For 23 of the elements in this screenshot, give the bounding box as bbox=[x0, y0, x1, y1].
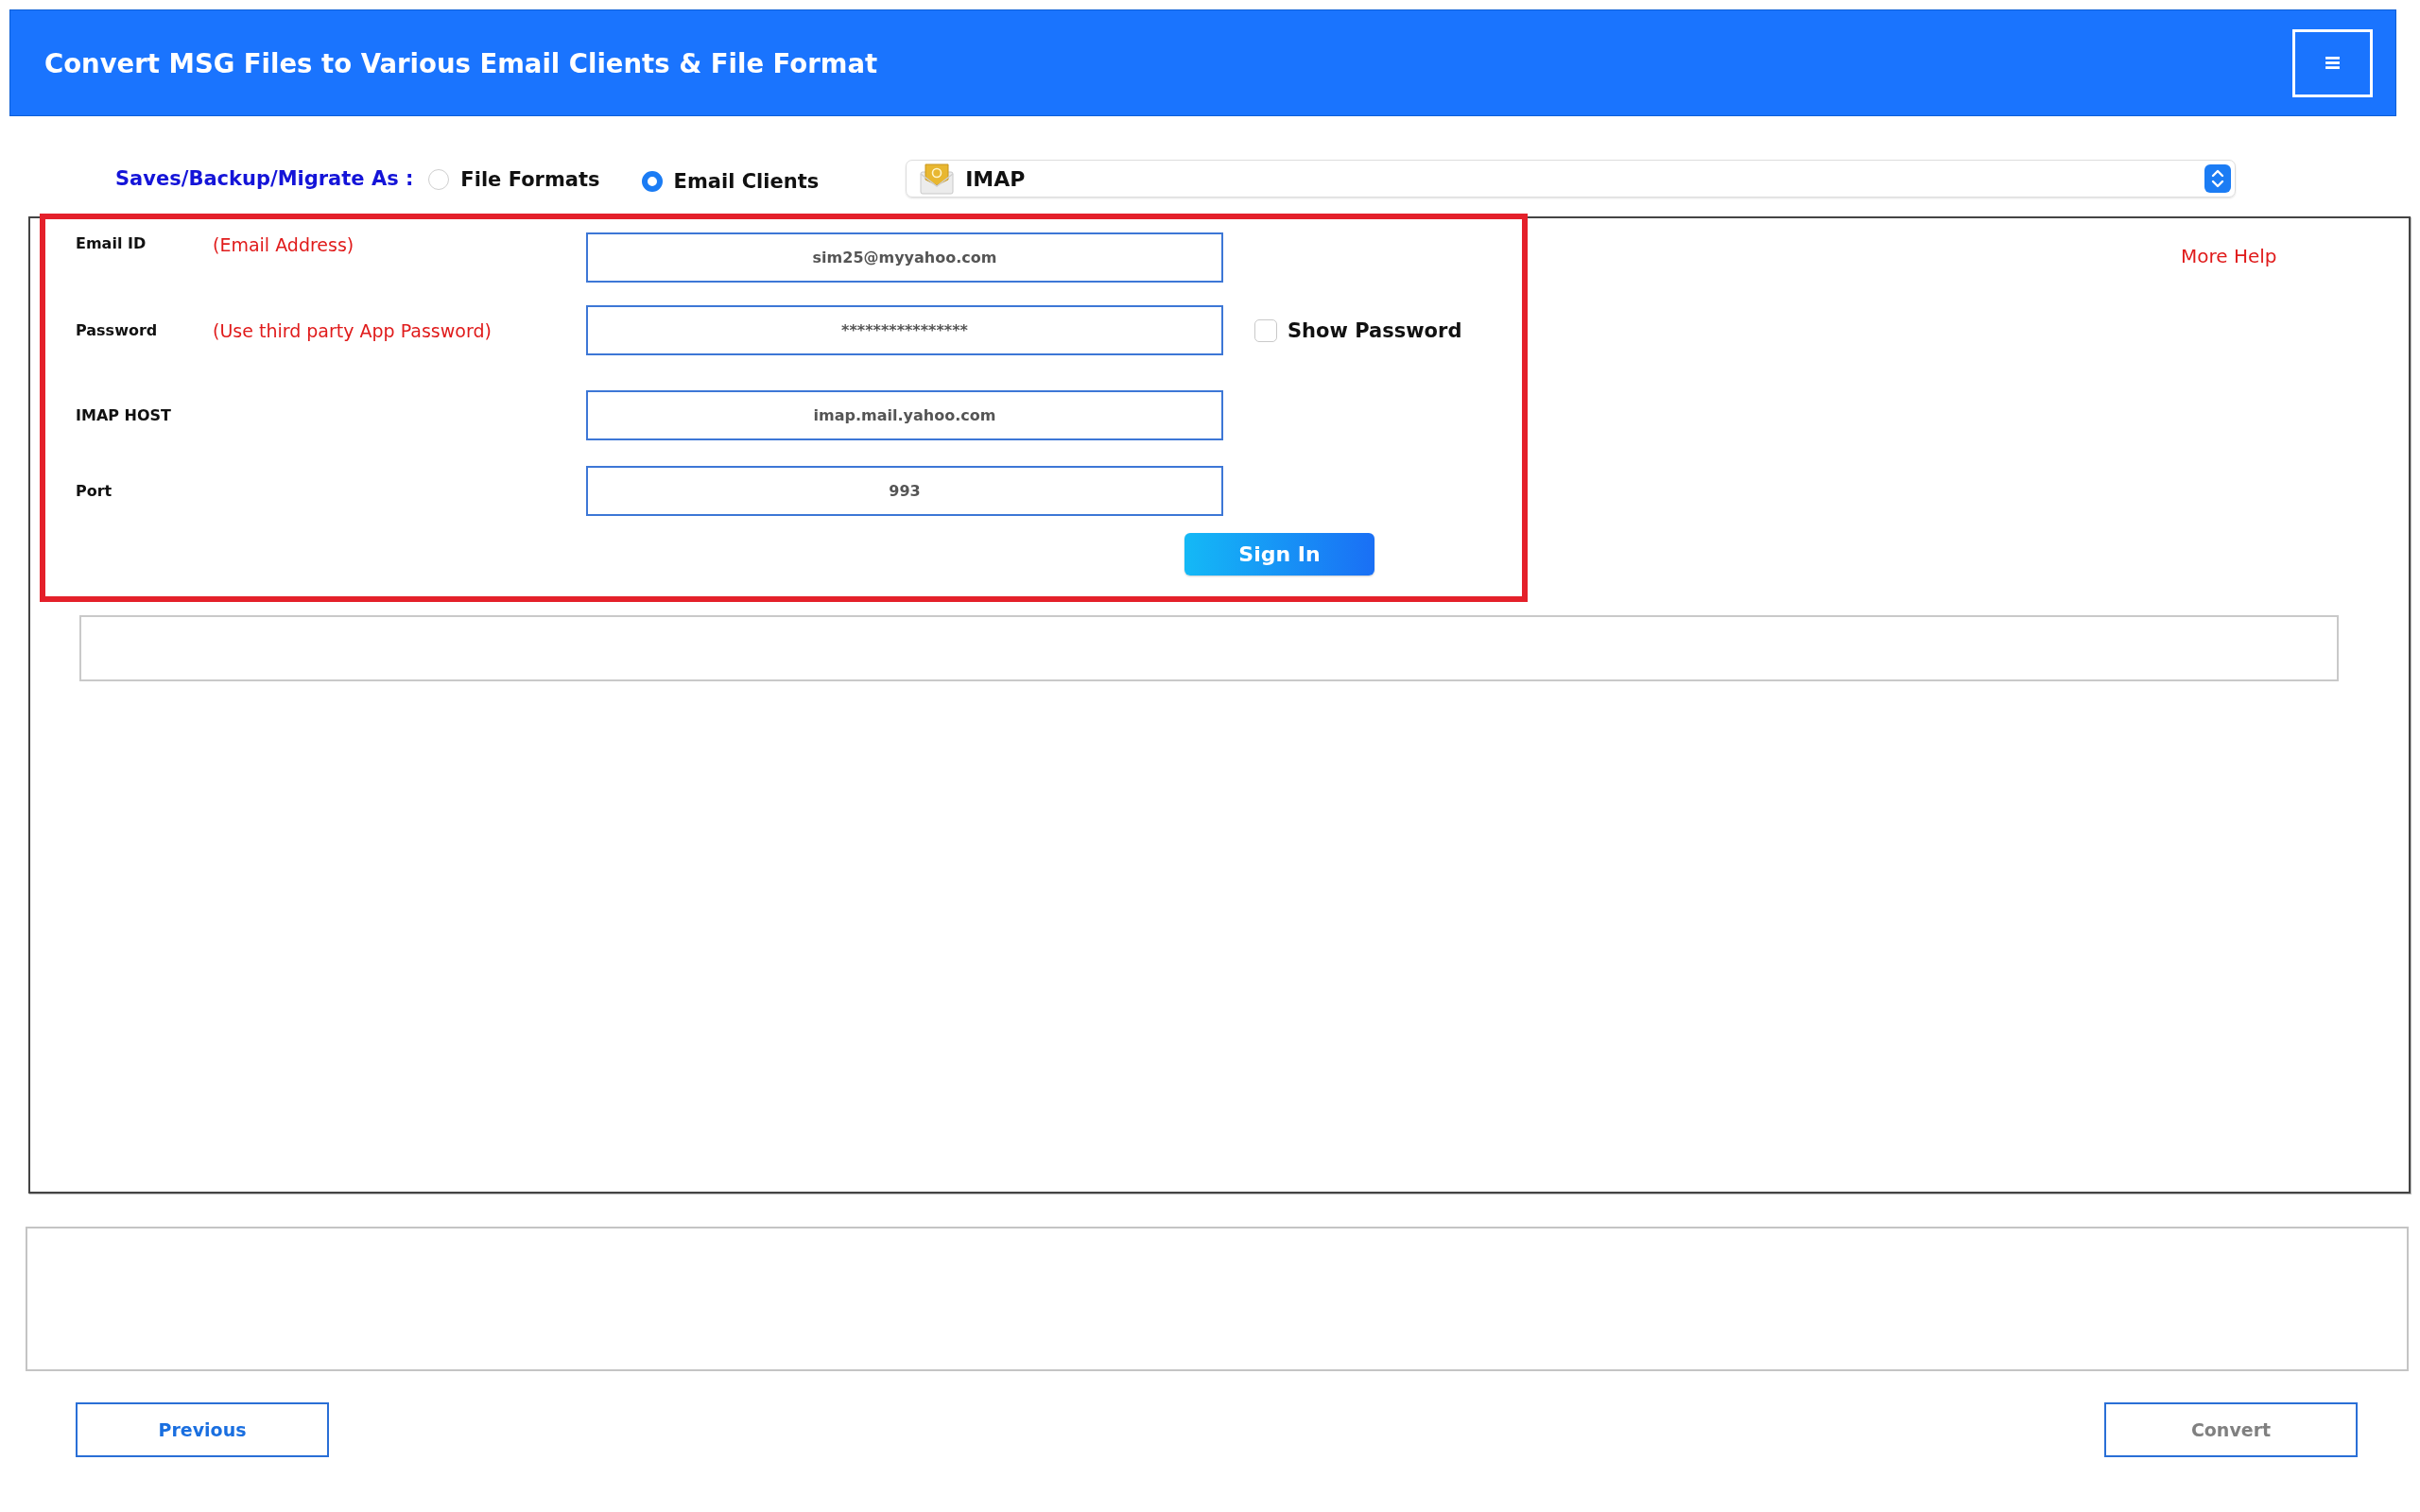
field-label: IMAP HOST bbox=[76, 406, 171, 424]
stepper-icon bbox=[2204, 164, 2232, 193]
field-hint: (Use third party App Password) bbox=[213, 319, 492, 341]
envelope-icon bbox=[920, 163, 955, 195]
radio-option[interactable]: Email Clients bbox=[641, 164, 820, 193]
field-label: Password bbox=[76, 321, 158, 339]
field-hint: (Email Address) bbox=[213, 234, 354, 255]
input-field[interactable]: 993 bbox=[586, 466, 1223, 516]
input-field[interactable]: **************** bbox=[586, 305, 1223, 355]
field-label: Email ID bbox=[76, 234, 147, 252]
radio-option[interactable]: File Formats bbox=[428, 166, 600, 191]
save-as-label: Saves/Backup/Migrate As : bbox=[115, 167, 414, 190]
more-help-link[interactable]: More Help bbox=[2181, 245, 2277, 267]
show-password-checkbox[interactable]: Show Password bbox=[1254, 318, 1462, 342]
input-field[interactable]: imap.mail.yahoo.com bbox=[586, 390, 1223, 440]
field-label: Port bbox=[76, 482, 112, 500]
format-dropdown[interactable]: IMAP bbox=[906, 160, 2237, 198]
previous-button[interactable]: Previous bbox=[76, 1402, 329, 1457]
input-field[interactable]: sim25@myyahoo.com bbox=[586, 232, 1223, 283]
menu-button[interactable] bbox=[2292, 28, 2373, 97]
sign-in-button[interactable]: Sign In bbox=[1184, 533, 1374, 576]
menu-icon bbox=[2325, 57, 2340, 69]
app-title: Convert MSG Files to Various Email Clients & File Format bbox=[44, 47, 878, 78]
